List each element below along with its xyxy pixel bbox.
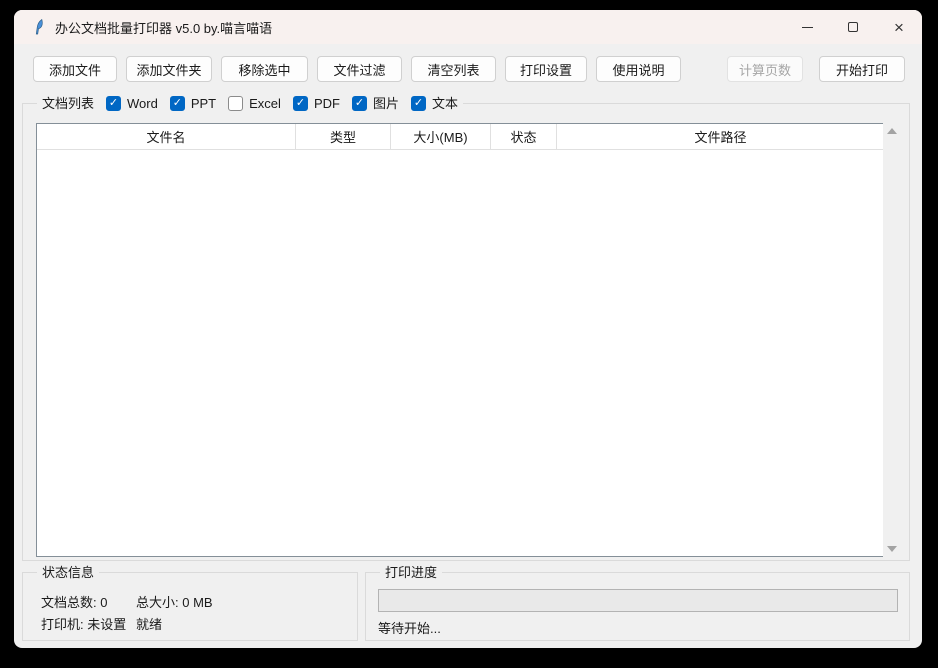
maximize-icon — [848, 22, 858, 32]
checkbox-box-icon — [352, 96, 367, 111]
column-header-status[interactable]: 状态 — [491, 124, 557, 149]
column-header-filepath[interactable]: 文件路径 — [557, 124, 884, 149]
total-size-text: 总大小: 0 MB — [136, 592, 213, 611]
column-header-size[interactable]: 大小(MB) — [391, 124, 491, 149]
window-controls: × — [784, 10, 922, 44]
window-title: 办公文档批量打印器 v5.0 by.喵言喵语 — [55, 18, 272, 37]
file-filter-button[interactable]: 文件过滤 — [317, 56, 402, 82]
toolbar: 添加文件 添加文件夹 移除选中 文件过滤 清空列表 打印设置 使用说明 计算页数… — [14, 56, 922, 82]
add-folder-button[interactable]: 添加文件夹 — [126, 56, 212, 82]
calc-pages-button: 计算页数 — [727, 56, 803, 82]
status-info-group: 状态信息 文档总数: 0 总大小: 0 MB 打印机: 未设置 就绪 — [22, 572, 358, 641]
doc-count-text: 文档总数: 0 — [41, 592, 136, 611]
vertical-scrollbar[interactable] — [883, 123, 901, 557]
column-header-filename[interactable]: 文件名 — [37, 124, 296, 149]
scroll-down-icon — [887, 546, 897, 552]
close-icon: × — [894, 19, 904, 36]
help-button[interactable]: 使用说明 — [596, 56, 681, 82]
maximize-button[interactable] — [830, 10, 876, 44]
filter-checkbox-pdf[interactable]: PDF — [293, 95, 340, 112]
progress-bar — [378, 589, 898, 612]
start-print-button[interactable]: 开始打印 — [819, 56, 905, 82]
checkbox-box-icon — [228, 96, 243, 111]
app-feather-icon — [32, 19, 46, 35]
minimize-button[interactable] — [784, 10, 830, 44]
status-info-caption: 状态信息 — [37, 564, 99, 581]
close-button[interactable]: × — [876, 10, 922, 44]
progress-status-text: 等待开始... — [378, 618, 441, 637]
app-window: 办公文档批量打印器 v5.0 by.喵言喵语 × 添加文件 添加文件夹 移除选中… — [14, 10, 922, 648]
screen: 办公文档批量打印器 v5.0 by.喵言喵语 × 添加文件 添加文件夹 移除选中… — [0, 0, 938, 668]
remove-selected-button[interactable]: 移除选中 — [221, 56, 308, 82]
file-table-header: 文件名 类型 大小(MB) 状态 文件路径 — [37, 124, 884, 150]
filter-checkbox-image[interactable]: 图片 — [352, 95, 399, 112]
document-list-group: 文档列表 Word PPT Excel PDF — [22, 103, 910, 561]
print-progress-caption: 打印进度 — [380, 564, 442, 581]
status-grid: 文档总数: 0 总大小: 0 MB 打印机: 未设置 就绪 — [41, 590, 213, 634]
scroll-up-icon — [887, 128, 897, 134]
checkbox-box-icon — [411, 96, 426, 111]
status-info-label: 状态信息 — [42, 564, 94, 581]
print-settings-button[interactable]: 打印设置 — [505, 56, 587, 82]
print-progress-label: 打印进度 — [385, 564, 437, 581]
scroll-down-button[interactable] — [883, 541, 901, 557]
ready-text: 就绪 — [136, 614, 162, 633]
scroll-up-button[interactable] — [883, 123, 901, 139]
filter-checkbox-ppt[interactable]: PPT — [170, 95, 216, 112]
add-file-button[interactable]: 添加文件 — [33, 56, 117, 82]
printer-text: 打印机: 未设置 — [41, 614, 136, 633]
document-list-label: 文档列表 — [42, 95, 94, 112]
column-header-type[interactable]: 类型 — [296, 124, 391, 149]
title-bar[interactable]: 办公文档批量打印器 v5.0 by.喵言喵语 × — [14, 10, 922, 44]
filter-checkbox-text[interactable]: 文本 — [411, 95, 458, 112]
file-table-body[interactable] — [37, 150, 884, 556]
checkbox-box-icon — [170, 96, 185, 111]
checkbox-box-icon — [293, 96, 308, 111]
document-list-caption-row: 文档列表 Word PPT Excel PDF — [37, 95, 463, 112]
filter-checkbox-word[interactable]: Word — [106, 95, 158, 112]
minimize-icon — [802, 27, 813, 28]
checkbox-box-icon — [106, 96, 121, 111]
clear-list-button[interactable]: 清空列表 — [411, 56, 496, 82]
file-table: 文件名 类型 大小(MB) 状态 文件路径 — [36, 123, 885, 557]
filter-checkbox-excel[interactable]: Excel — [228, 95, 281, 112]
print-progress-group: 打印进度 等待开始... — [365, 572, 910, 641]
